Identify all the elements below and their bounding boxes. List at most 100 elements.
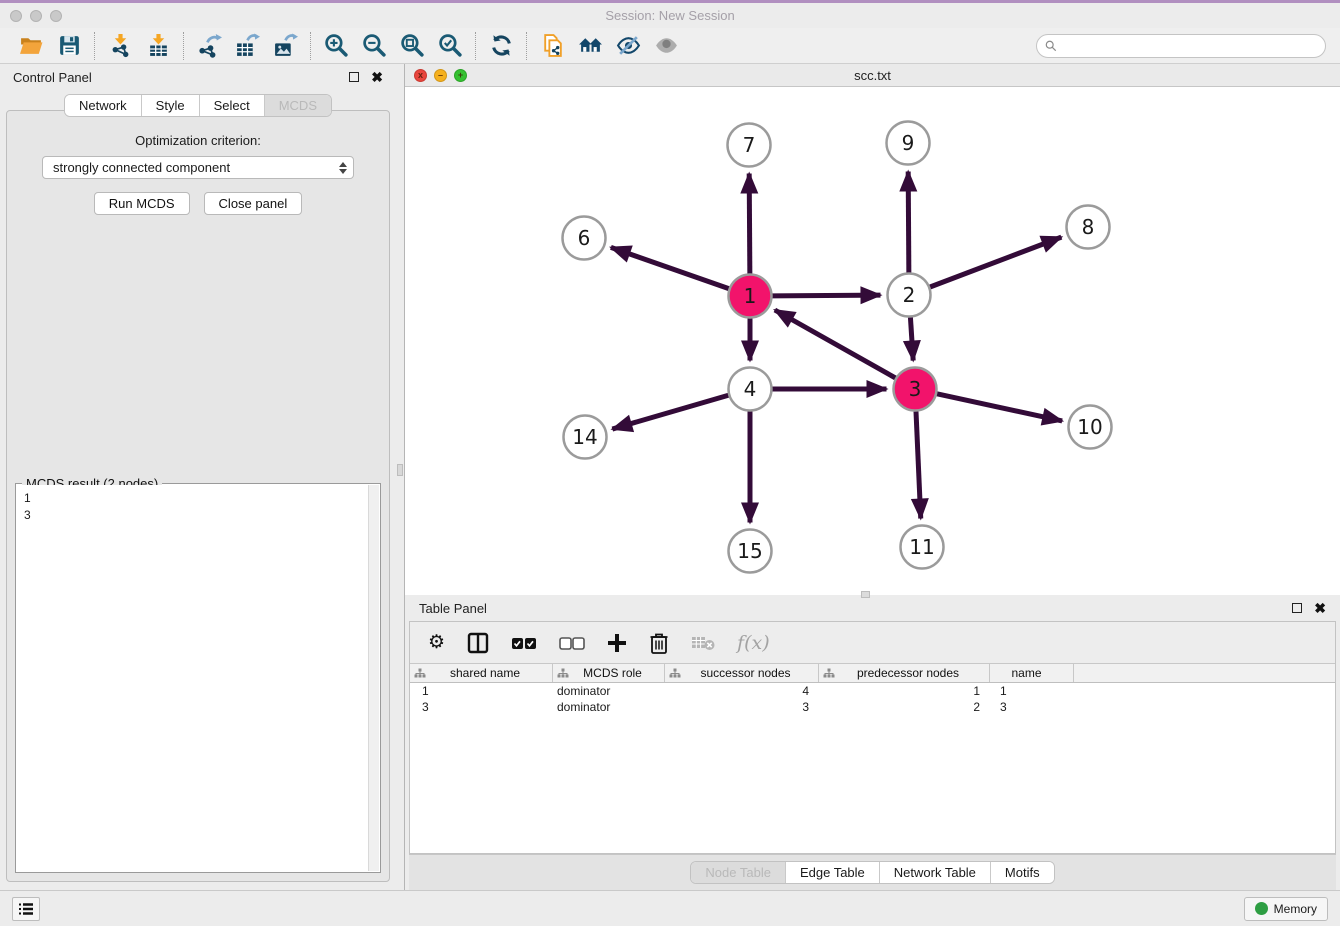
close-panel-button[interactable]: Close panel (204, 192, 303, 215)
cell-name[interactable]: 1 (990, 683, 1074, 699)
network-canvas[interactable]: 1 2 3 4 6 7 8 9 10 11 14 15 (405, 87, 1339, 595)
splitter-grip[interactable] (397, 464, 403, 476)
node-2[interactable]: 2 (888, 274, 931, 317)
node-14[interactable]: 14 (564, 416, 607, 459)
column-type-icon (557, 668, 569, 679)
column-header-MCDS-role[interactable]: MCDS role (553, 664, 665, 682)
edge-4-14[interactable] (612, 395, 728, 429)
cell-MCDS-role[interactable]: dominator (553, 699, 665, 715)
open-session-icon[interactable] (17, 32, 45, 60)
cell-predecessor-nodes[interactable]: 2 (819, 699, 990, 715)
memory-status-icon (1255, 902, 1268, 915)
close-panel-icon[interactable]: ✖ (371, 70, 383, 84)
add-column-plus-icon[interactable] (607, 630, 627, 656)
zoom-in-icon[interactable] (322, 32, 350, 60)
export-image-icon[interactable] (271, 32, 299, 60)
select-all-columns-icon[interactable] (511, 630, 537, 656)
node-3[interactable]: 3 (894, 368, 937, 411)
column-header-successor-nodes[interactable]: successor nodes (665, 664, 819, 682)
zoom-out-icon[interactable] (360, 32, 388, 60)
refresh-layout-icon[interactable] (487, 32, 515, 60)
zoom-fit-icon[interactable] (398, 32, 426, 60)
table-row[interactable]: 3dominator323 (410, 699, 1335, 715)
node-1[interactable]: 1 (729, 275, 772, 318)
cell-shared-name[interactable]: 1 (410, 683, 553, 699)
mcds-result-list: 13 (17, 485, 368, 871)
column-header-shared-name[interactable]: shared name (410, 664, 553, 682)
cell-shared-name[interactable]: 3 (410, 699, 553, 715)
edge-2-8[interactable] (930, 237, 1061, 287)
export-network-icon[interactable] (195, 32, 223, 60)
cell-predecessor-nodes[interactable]: 1 (819, 683, 990, 699)
table-tab-edge-table[interactable]: Edge Table (786, 862, 880, 883)
hide-selected-eye-icon[interactable] (614, 32, 642, 60)
svg-text:6: 6 (578, 226, 591, 250)
node-4[interactable]: 4 (729, 368, 772, 411)
table-tab-network-table[interactable]: Network Table (880, 862, 991, 883)
column-layout-icon[interactable] (467, 630, 489, 656)
node-15[interactable]: 15 (729, 530, 772, 573)
memory-button[interactable]: Memory (1244, 897, 1328, 921)
show-hidden-eye-icon[interactable] (652, 32, 680, 60)
export-table-icon[interactable] (233, 32, 261, 60)
cell-successor-nodes[interactable]: 4 (665, 683, 819, 699)
cell-name[interactable]: 3 (990, 699, 1074, 715)
table-float-icon[interactable] (1292, 603, 1302, 613)
result-scrollbar[interactable] (368, 485, 379, 871)
node-10[interactable]: 10 (1069, 406, 1112, 449)
cell-successor-nodes[interactable]: 3 (665, 699, 819, 715)
tab-network[interactable]: Network (65, 95, 142, 116)
column-type-icon (414, 668, 426, 679)
vertical-splitter[interactable] (396, 64, 404, 890)
show-all-houses-icon[interactable] (576, 32, 604, 60)
tab-mcds[interactable]: MCDS (265, 95, 331, 116)
column-header-predecessor-nodes[interactable]: predecessor nodes (819, 664, 990, 682)
edge-2-3[interactable] (910, 317, 913, 360)
edge-3-1[interactable] (775, 310, 896, 378)
search-input[interactable] (1062, 39, 1317, 53)
table-row[interactable]: 1dominator411 (410, 683, 1335, 699)
node-7[interactable]: 7 (728, 124, 771, 167)
result-item: 3 (24, 507, 368, 524)
edge-1-7[interactable] (749, 173, 750, 273)
delete-column-trash-icon[interactable] (649, 630, 669, 656)
tab-style[interactable]: Style (142, 95, 200, 116)
edge-1-6[interactable] (611, 247, 729, 288)
edge-2-9[interactable] (908, 171, 909, 272)
clone-network-icon[interactable] (538, 32, 566, 60)
deselect-all-columns-icon[interactable] (559, 630, 585, 656)
node-9[interactable]: 9 (887, 122, 930, 165)
zoom-selected-icon[interactable] (436, 32, 464, 60)
svg-text:14: 14 (572, 425, 597, 449)
column-label: shared name (428, 666, 552, 680)
import-network-icon[interactable] (106, 32, 134, 60)
float-panel-icon[interactable] (349, 72, 359, 82)
table-tab-motifs[interactable]: Motifs (991, 862, 1054, 883)
table-panel-title: Table Panel (419, 601, 487, 616)
node-6[interactable]: 6 (563, 217, 606, 260)
horizontal-splitter-grip[interactable] (861, 591, 870, 598)
edge-1-2[interactable] (772, 295, 880, 296)
tab-select[interactable]: Select (200, 95, 265, 116)
column-header-name[interactable]: name (990, 664, 1074, 682)
network-view[interactable]: 1 2 3 4 6 7 8 9 10 11 14 15 (405, 87, 1340, 595)
column-label: predecessor nodes (837, 666, 989, 680)
table-close-icon[interactable]: ✖ (1314, 601, 1326, 615)
cell-MCDS-role[interactable]: dominator (553, 683, 665, 699)
task-history-button[interactable] (12, 897, 40, 921)
search-box[interactable] (1036, 34, 1326, 58)
import-table-icon[interactable] (144, 32, 172, 60)
table-header-row: shared nameMCDS rolesuccessor nodes prede… (410, 664, 1335, 683)
edge-3-11[interactable] (916, 411, 921, 518)
table-settings-gear-icon[interactable]: ⚙ (428, 630, 445, 656)
save-session-icon[interactable] (55, 32, 83, 60)
node-11[interactable]: 11 (901, 526, 944, 569)
function-builder-icon[interactable]: f(x) (737, 630, 770, 656)
run-mcds-button[interactable]: Run MCDS (94, 192, 190, 215)
edge-3-10[interactable] (937, 394, 1062, 421)
criterion-dropdown[interactable]: strongly connected component (42, 156, 354, 179)
svg-text:1: 1 (744, 284, 757, 308)
delete-table-icon[interactable] (691, 630, 715, 656)
table-tab-node-table[interactable]: Node Table (691, 862, 786, 883)
node-8[interactable]: 8 (1067, 206, 1110, 249)
